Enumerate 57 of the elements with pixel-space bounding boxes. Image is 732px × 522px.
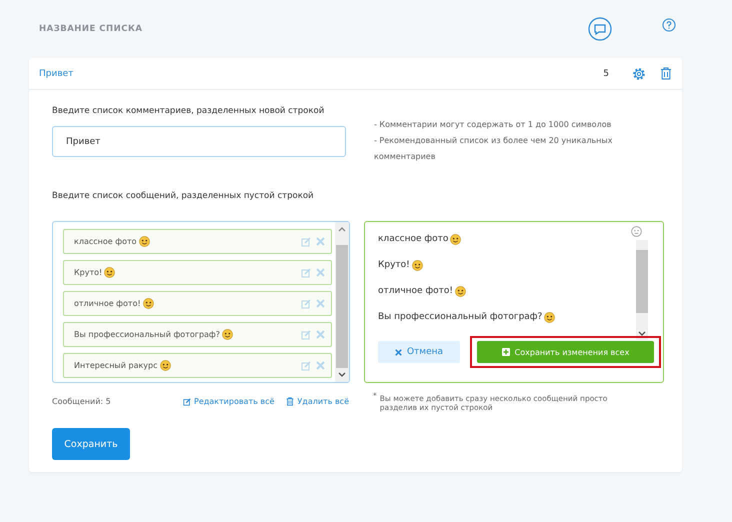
close-icon <box>394 348 402 356</box>
message-text: Круто! <box>74 268 102 277</box>
save-all-button[interactable]: Сохранить изменения всех <box>477 341 654 363</box>
message-text: Интересный ракурс <box>74 361 158 370</box>
message-text: отличное фото! <box>74 299 141 308</box>
field-label: Введите список сообщений, разделенных пустой строкой <box>52 191 315 201</box>
edit-icon[interactable] <box>301 268 311 278</box>
editor-line: Круто! <box>378 260 410 270</box>
close-icon[interactable] <box>316 361 325 370</box>
edit-icon[interactable] <box>301 360 311 370</box>
emoji-icon <box>450 234 462 244</box>
message-editor[interactable]: классное фото Круто! отличное фото! Вы профессиональный фотограф? Отмена Сохранить изменения всех <box>364 221 664 383</box>
scrollbar[interactable] <box>335 222 349 382</box>
emoji-icon <box>412 260 423 270</box>
emoji-icon <box>138 236 150 247</box>
emoji-icon <box>455 286 466 296</box>
message-text: классное фото <box>74 237 137 246</box>
edit-all-link[interactable]: Редактировать всё <box>183 397 274 406</box>
delete-icon <box>286 397 294 406</box>
cancel-button[interactable]: Отмена <box>378 341 460 363</box>
edit-icon[interactable] <box>301 330 311 340</box>
chat-icon[interactable] <box>588 17 612 41</box>
comment-input[interactable]: Привет <box>52 126 346 157</box>
scroll-down-icon[interactable] <box>338 372 346 378</box>
emoji-icon <box>104 267 116 278</box>
settings-icon[interactable] <box>632 66 646 80</box>
edit-icon[interactable] <box>301 236 311 246</box>
save-button[interactable]: Сохранить <box>52 428 130 460</box>
editor-line: классное фото <box>378 234 448 244</box>
smiley-icon[interactable] <box>631 226 642 237</box>
emoji-icon <box>142 298 154 309</box>
scrollbar[interactable] <box>636 240 648 340</box>
message-text: Вы профессиональный фотограф? <box>74 330 220 339</box>
delete-icon[interactable] <box>660 67 672 80</box>
close-icon[interactable] <box>316 237 325 246</box>
editor-line: отличное фото! <box>378 286 454 296</box>
message-count: Сообщений: 5 <box>52 397 111 406</box>
emoji-icon <box>160 360 171 371</box>
hint-text: - Комментарии могут содержать от 1 до 1000 символов <box>374 119 612 131</box>
help-icon[interactable] <box>662 18 676 32</box>
delete-all-link[interactable]: Удалить всё <box>286 397 349 406</box>
plus-icon <box>502 348 510 356</box>
emoji-icon <box>222 329 234 340</box>
page-title: НАЗВАНИЕ СПИСКА <box>39 24 144 34</box>
edit-icon[interactable] <box>301 298 311 308</box>
close-icon[interactable] <box>316 330 325 339</box>
scroll-up-icon[interactable] <box>338 226 346 232</box>
editor-line: Вы профессиональный фотограф? <box>378 312 542 322</box>
hint-text: - Рекомендованный список из более чем 20 уникальных комментариев <box>374 135 614 163</box>
emoji-icon <box>544 312 556 322</box>
comment-count: 5 <box>603 68 609 78</box>
field-label: Введите список комментариев, разделенных новой строкой <box>52 106 326 116</box>
close-icon[interactable] <box>316 268 325 277</box>
scroll-down-icon[interactable] <box>638 331 646 337</box>
edit-icon <box>183 398 191 406</box>
list-name[interactable]: Привет <box>39 68 604 78</box>
close-icon[interactable] <box>316 299 325 308</box>
